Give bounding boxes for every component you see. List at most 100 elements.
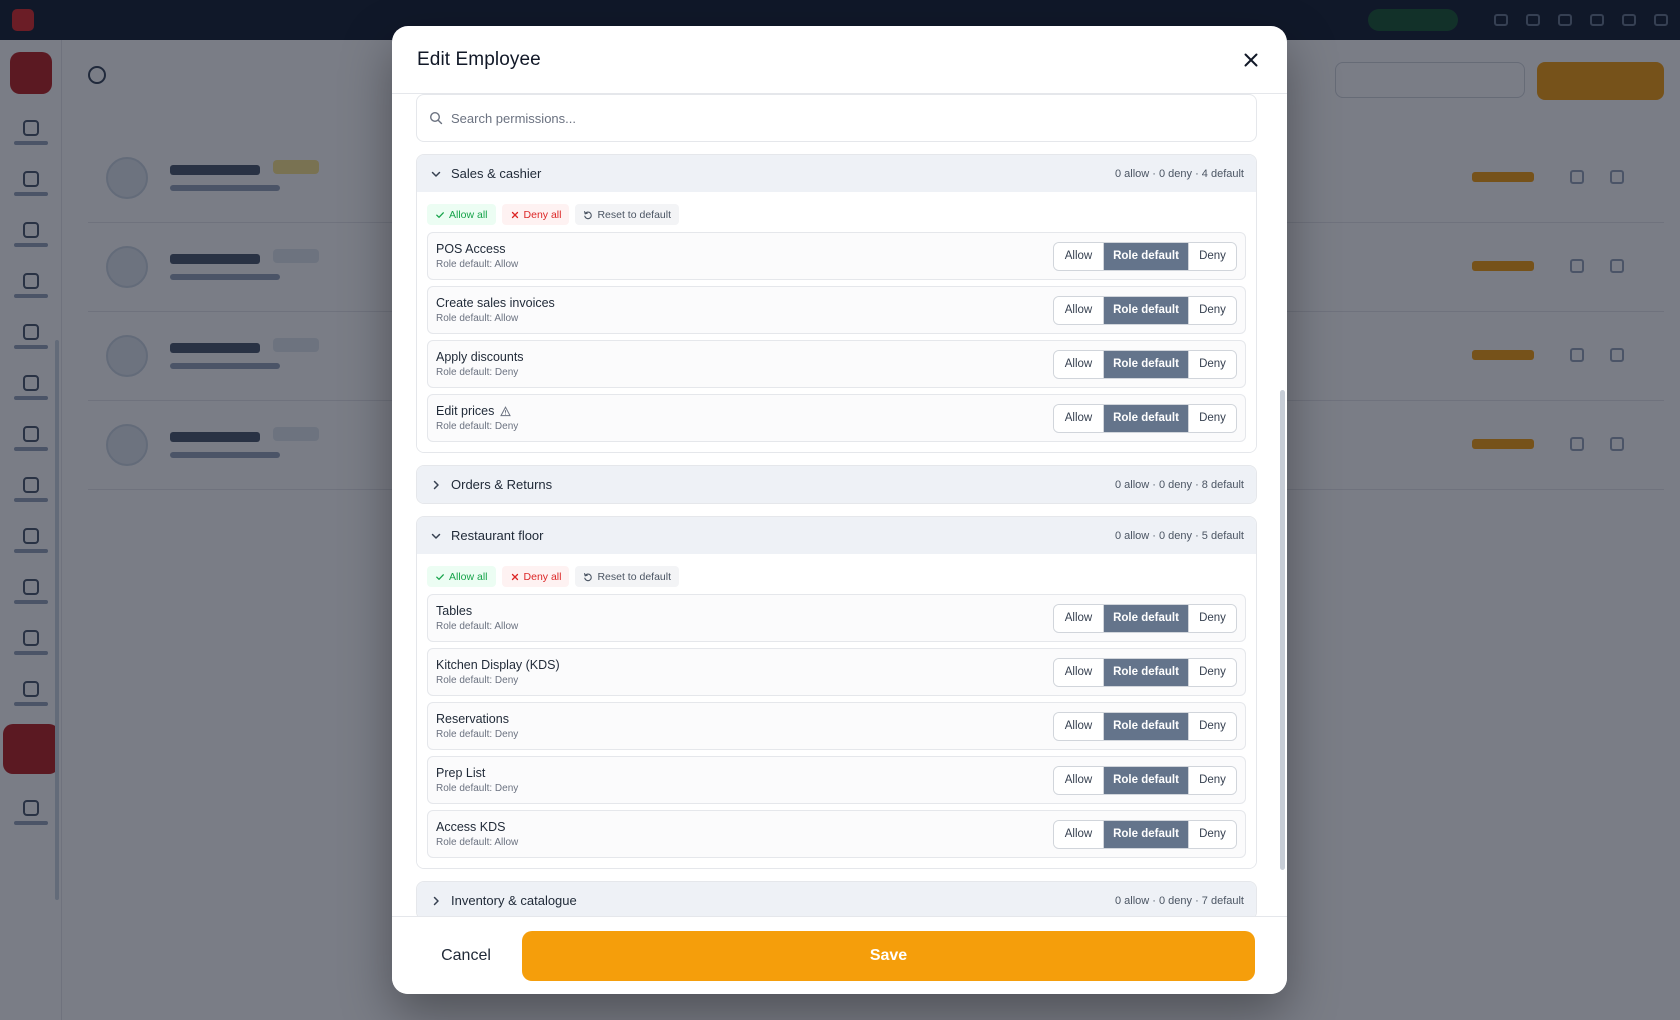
permission-label: Access KDS [436, 820, 506, 834]
deny-option[interactable]: Deny [1188, 350, 1236, 378]
section-summary: 0 allow · 0 deny · 8 default [1114, 478, 1244, 491]
role-default-option[interactable]: Role default [1104, 604, 1188, 632]
permission-row: Prep List Role default: Deny Allow Role def… [427, 756, 1246, 804]
permission-info: Apply discounts Role default: Deny [436, 350, 1053, 378]
permission-row: Access KDS Role default: Allow Allow Role d… [427, 810, 1246, 858]
role-default-option[interactable]: Role default [1104, 820, 1188, 848]
allow-all-button[interactable]: Allow all [427, 204, 496, 225]
allow-option[interactable]: Allow [1054, 658, 1104, 686]
allow-all-label: Allow all [449, 208, 488, 221]
section-body: Allow all Deny all Reset to default POS Acc… [417, 192, 1256, 452]
chevron-down-icon [429, 167, 443, 181]
search-permissions-input[interactable] [451, 110, 1211, 126]
reset-label: Reset to default [597, 208, 671, 221]
permission-row: Tables Role default: Allow Allow Role defau… [427, 594, 1246, 642]
modal-body[interactable]: Sales & cashier 0 allow · 0 deny · 4 defa… [392, 94, 1287, 944]
permission-name: POS Access [436, 242, 1053, 256]
permission-toggle: Allow Role default Deny [1053, 711, 1237, 741]
edit-employee-modal: Edit Employee Sales & cashier 0 allow · 0… [392, 26, 1287, 994]
deny-option[interactable]: Deny [1188, 712, 1236, 740]
permission-search [416, 94, 1257, 142]
permission-name: Access KDS [436, 820, 1053, 834]
chevron-right-icon [433, 480, 439, 489]
save-button[interactable]: Save [522, 930, 1255, 981]
allow-option[interactable]: Allow [1054, 296, 1104, 324]
section-title: Restaurant floor [451, 528, 544, 543]
permission-name: Create sales invoices [436, 296, 1053, 310]
allow-option[interactable]: Allow [1054, 350, 1104, 378]
role-default-text: Role default: Deny [436, 421, 519, 432]
allow-option[interactable]: Allow [1054, 604, 1104, 632]
permission-info: Kitchen Display (KDS) Role default: Deny [436, 658, 1053, 686]
permission-row: Reservations Role default: Deny Allow Role … [427, 702, 1246, 750]
deny-option[interactable]: Deny [1188, 404, 1236, 432]
permission-label: Edit prices [436, 404, 495, 418]
x-icon [511, 573, 518, 580]
modal-scrollbar[interactable] [1280, 390, 1285, 870]
chevron-down-icon [431, 171, 441, 177]
deny-all-button[interactable]: Deny all [501, 566, 570, 587]
allow-option[interactable]: Allow [1054, 766, 1104, 794]
role-default-option[interactable]: Role default [1104, 658, 1188, 686]
search-icon [429, 111, 443, 125]
permissions-panel: Sales & cashier 0 allow · 0 deny · 4 defa… [416, 94, 1257, 920]
allow-option[interactable]: Allow [1054, 242, 1104, 270]
reset-icon [584, 572, 593, 581]
allow-option[interactable]: Allow [1054, 820, 1104, 848]
role-default-text: Role default: Allow [436, 621, 519, 632]
deny-option[interactable]: Deny [1188, 766, 1236, 794]
deny-option[interactable]: Deny [1188, 604, 1236, 632]
permission-label: Tables [436, 604, 473, 618]
reset-to-default-button[interactable]: Reset to default [575, 204, 679, 225]
deny-option[interactable]: Deny [1188, 296, 1236, 324]
reset-icon [584, 210, 593, 219]
role-default-option[interactable]: Role default [1104, 296, 1188, 324]
role-default-option[interactable]: Role default [1104, 712, 1188, 740]
section-header[interactable]: Orders & Returns 0 allow · 0 deny · 8 def… [417, 466, 1256, 503]
permission-label: Kitchen Display (KDS) [436, 658, 560, 672]
section-summary: 0 allow · 0 deny · 4 default [1114, 167, 1244, 180]
deny-all-button[interactable]: Deny all [501, 204, 570, 225]
role-default-text: Role default: Deny [436, 729, 519, 740]
permission-toggle: Allow Role default Deny [1053, 403, 1237, 433]
section-title: Sales & cashier [451, 166, 542, 181]
chevron-right-icon [433, 896, 439, 905]
permission-name: Apply discounts [436, 350, 1053, 364]
check-icon [436, 211, 444, 218]
allow-option[interactable]: Allow [1054, 712, 1104, 740]
role-default-option[interactable]: Role default [1104, 766, 1188, 794]
section-header[interactable]: Inventory & catalogue 0 allow · 0 deny · … [417, 882, 1256, 919]
permission-toggle: Allow Role default Deny [1053, 819, 1237, 849]
x-icon [511, 211, 518, 218]
permission-toggle: Allow Role default Deny [1053, 295, 1237, 325]
section-header[interactable]: Restaurant floor 0 allow · 0 deny · 5 def… [417, 517, 1256, 554]
permission-row: Kitchen Display (KDS) Role default: Deny A… [427, 648, 1246, 696]
reset-label: Reset to default [597, 570, 671, 583]
modal-footer: Cancel Save [392, 916, 1287, 994]
allow-all-label: Allow all [449, 570, 488, 583]
check-icon [436, 573, 444, 580]
reset-to-default-button[interactable]: Reset to default [575, 566, 679, 587]
section-title: Orders & Returns [451, 477, 553, 492]
permission-row: POS Access Role default: Allow Allow Role d… [427, 232, 1246, 280]
chevron-right-icon [429, 478, 443, 492]
close-icon [1244, 53, 1258, 66]
role-default-option[interactable]: Role default [1104, 350, 1188, 378]
permission-name: Tables [436, 604, 1053, 618]
permission-section: Sales & cashier 0 allow · 0 deny · 4 defa… [416, 154, 1257, 453]
section-header[interactable]: Sales & cashier 0 allow · 0 deny · 4 defa… [417, 155, 1256, 192]
deny-all-label: Deny all [523, 570, 562, 583]
cancel-button[interactable]: Cancel [416, 931, 516, 981]
close-button[interactable] [1239, 48, 1263, 72]
role-default-option[interactable]: Role default [1104, 404, 1188, 432]
deny-option[interactable]: Deny [1188, 242, 1236, 270]
allow-all-button[interactable]: Allow all [427, 566, 496, 587]
permission-info: Prep List Role default: Deny [436, 766, 1053, 794]
deny-option[interactable]: Deny [1188, 658, 1236, 686]
permission-toggle: Allow Role default Deny [1053, 657, 1237, 687]
warning-icon [500, 405, 512, 416]
role-default-option[interactable]: Role default [1104, 242, 1188, 270]
deny-option[interactable]: Deny [1188, 820, 1236, 848]
section-summary: 0 allow · 0 deny · 5 default [1114, 529, 1244, 542]
allow-option[interactable]: Allow [1054, 404, 1104, 432]
